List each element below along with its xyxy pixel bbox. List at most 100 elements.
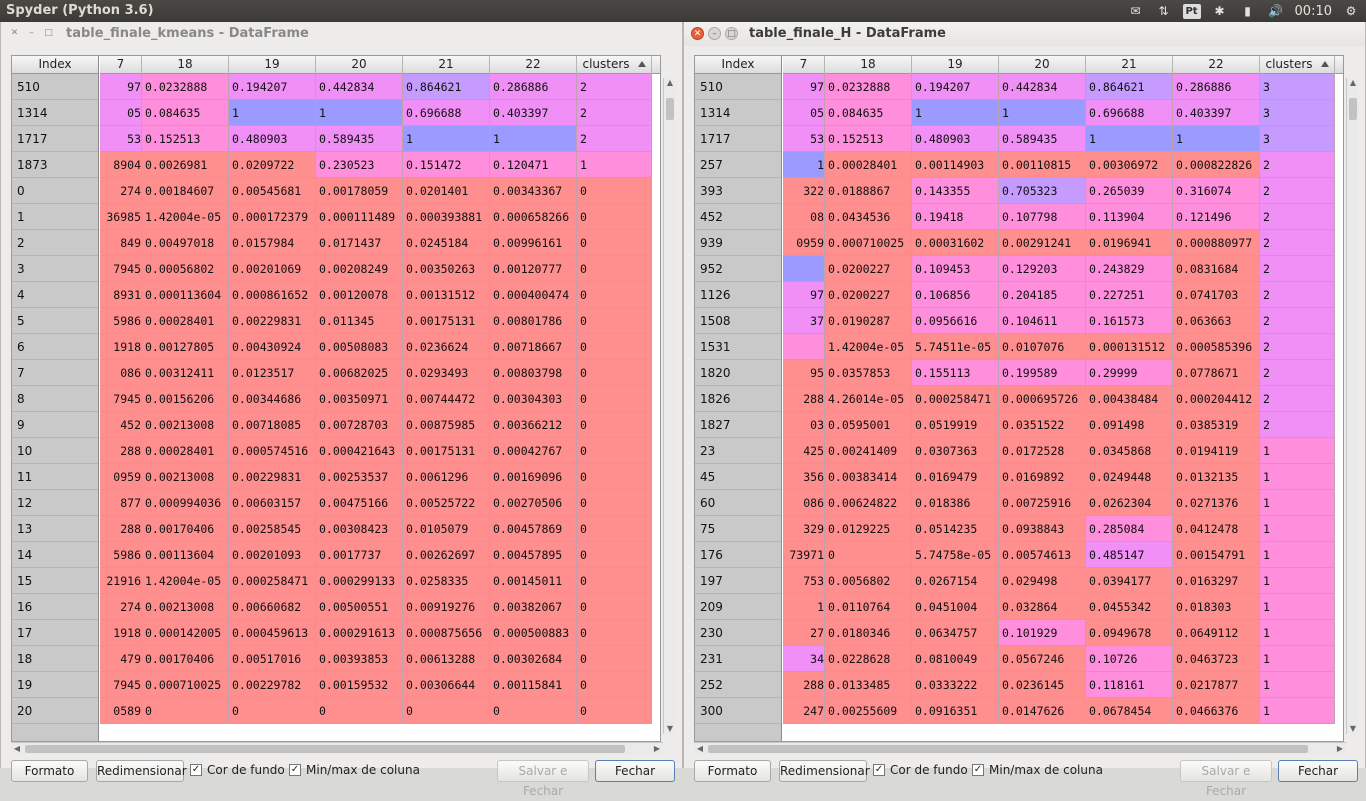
row-index[interactable]: 952 bbox=[695, 256, 781, 282]
scroll-down-icon[interactable]: ▼ bbox=[664, 724, 676, 734]
table-cell[interactable]: 0.864621 bbox=[403, 74, 490, 100]
table-cell[interactable]: 0.084635 bbox=[142, 100, 229, 126]
table-cell[interactable]: 0 bbox=[229, 698, 316, 724]
column-header[interactable]: 21 bbox=[403, 56, 490, 74]
close-window-icon[interactable]: ✕ bbox=[691, 27, 704, 40]
row-index[interactable]: 2 bbox=[12, 230, 98, 256]
table-cell[interactable]: 425 bbox=[783, 438, 825, 464]
vertical-scroll-thumb[interactable] bbox=[1349, 98, 1357, 120]
table-cell[interactable]: 5986 bbox=[100, 542, 142, 568]
row-index[interactable]: 0 bbox=[12, 178, 98, 204]
table-cell[interactable]: 0.0394177 bbox=[1086, 568, 1173, 594]
row-index[interactable]: 197 bbox=[695, 568, 781, 594]
battery-icon[interactable]: ▮ bbox=[1239, 3, 1257, 19]
index-header[interactable]: Index bbox=[695, 56, 781, 74]
table-cell[interactable]: 0.0262304 bbox=[1086, 490, 1173, 516]
table-cell[interactable]: 0.0333222 bbox=[912, 672, 999, 698]
row-index[interactable]: 231 bbox=[695, 646, 781, 672]
table-cell[interactable]: 0.0209722 bbox=[229, 152, 316, 178]
table-cell[interactable]: 2 bbox=[1260, 204, 1335, 230]
table-cell[interactable]: 2 bbox=[1260, 308, 1335, 334]
window-titlebar[interactable]: ✕ – □ table_finale_H - DataFrame bbox=[684, 22, 1365, 46]
table-cell[interactable]: 0.864621 bbox=[1086, 74, 1173, 100]
table-cell[interactable]: 0.000142005 bbox=[142, 620, 229, 646]
table-cell[interactable]: 0.0938843 bbox=[999, 516, 1086, 542]
table-cell[interactable]: 0.000204412 bbox=[1173, 386, 1260, 412]
table-cell[interactable]: 0.143355 bbox=[912, 178, 999, 204]
row-index[interactable]: 19 bbox=[12, 672, 98, 698]
table-cell[interactable]: 0.00229831 bbox=[229, 464, 316, 490]
table-cell[interactable]: 37 bbox=[783, 308, 825, 334]
scroll-right-icon[interactable]: ▶ bbox=[651, 743, 663, 755]
table-cell[interactable]: 0.084635 bbox=[825, 100, 912, 126]
scroll-up-icon[interactable]: ▲ bbox=[664, 78, 676, 88]
row-index[interactable]: 11 bbox=[12, 464, 98, 490]
table-cell[interactable]: 1 bbox=[229, 100, 316, 126]
table-cell[interactable]: 1 bbox=[1260, 698, 1335, 724]
row-index[interactable]: 1126 bbox=[695, 282, 781, 308]
save-close-button[interactable]: Salvar e Fechar bbox=[497, 760, 589, 798]
minimize-window-icon[interactable]: – bbox=[25, 27, 38, 40]
table-cell[interactable]: 2 bbox=[1260, 360, 1335, 386]
table-cell[interactable]: 0.00438484 bbox=[1086, 386, 1173, 412]
row-index[interactable]: 209 bbox=[695, 594, 781, 620]
table-cell[interactable]: 1 bbox=[403, 126, 490, 152]
horizontal-scrollbar[interactable]: ◀ ▶ bbox=[694, 742, 1346, 754]
vertical-scrollbar[interactable]: ▲ ▼ bbox=[1346, 78, 1358, 734]
table-cell[interactable]: 3 bbox=[1260, 126, 1335, 152]
table-cell[interactable]: 0.00803798 bbox=[490, 360, 577, 386]
checkbox-checked-icon[interactable]: ✓ bbox=[289, 764, 301, 776]
table-cell[interactable]: 1 bbox=[783, 594, 825, 620]
table-cell[interactable]: 0.0307363 bbox=[912, 438, 999, 464]
column-header[interactable]: 18 bbox=[825, 56, 912, 74]
table-cell[interactable]: 0.00545681 bbox=[229, 178, 316, 204]
table-cell[interactable]: 0.00728703 bbox=[316, 412, 403, 438]
table-cell[interactable]: 0.00350971 bbox=[316, 386, 403, 412]
table-cell[interactable]: 2 bbox=[577, 74, 652, 100]
table-cell[interactable]: 0.101929 bbox=[999, 620, 1086, 646]
row-index[interactable]: 300 bbox=[695, 698, 781, 724]
data-grid[interactable]: 7 18 19 20 21 22 clusters 97 0.0232888 0.194207 0… bbox=[783, 56, 1343, 741]
table-cell[interactable]: 0.0595001 bbox=[825, 412, 912, 438]
table-cell[interactable]: 0 bbox=[577, 386, 652, 412]
table-cell[interactable]: 0.00056802 bbox=[142, 256, 229, 282]
table-cell[interactable]: 0.129203 bbox=[999, 256, 1086, 282]
chat-icon[interactable]: ✉ bbox=[1127, 3, 1145, 19]
table-cell[interactable]: 0.0567246 bbox=[999, 646, 1086, 672]
table-cell[interactable]: 0.0180346 bbox=[825, 620, 912, 646]
minmax-checkbox[interactable]: ✓ Min/max de coluna bbox=[289, 763, 420, 777]
table-cell[interactable]: 0.00258545 bbox=[229, 516, 316, 542]
table-cell[interactable]: 0.000994036 bbox=[142, 490, 229, 516]
table-cell[interactable]: 0.00306644 bbox=[403, 672, 490, 698]
power-gear-icon[interactable]: ⚙ bbox=[1342, 3, 1360, 19]
table-cell[interactable]: 0.00308423 bbox=[316, 516, 403, 542]
table-cell[interactable]: 0.00213008 bbox=[142, 464, 229, 490]
table-cell[interactable]: 0.0514235 bbox=[912, 516, 999, 542]
table-cell[interactable]: 0.0634757 bbox=[912, 620, 999, 646]
table-cell[interactable]: 95 bbox=[783, 360, 825, 386]
table-cell[interactable]: 5.74758e-05 bbox=[912, 542, 999, 568]
bluetooth-icon[interactable]: ✱ bbox=[1211, 3, 1229, 19]
table-cell[interactable]: 0.000500883 bbox=[490, 620, 577, 646]
table-cell[interactable]: 0.00624822 bbox=[825, 490, 912, 516]
table-cell[interactable]: 97 bbox=[783, 282, 825, 308]
table-cell[interactable]: 0.589435 bbox=[316, 126, 403, 152]
table-cell[interactable]: 1 bbox=[1260, 490, 1335, 516]
column-header[interactable]: 22 bbox=[490, 56, 577, 74]
table-cell[interactable]: 0.0810049 bbox=[912, 646, 999, 672]
column-header[interactable]: 21 bbox=[1086, 56, 1173, 74]
table-cell[interactable]: 0.0132135 bbox=[1173, 464, 1260, 490]
table-cell[interactable]: 0.000861652 bbox=[229, 282, 316, 308]
table-cell[interactable]: 0.000291613 bbox=[316, 620, 403, 646]
scroll-left-icon[interactable]: ◀ bbox=[694, 743, 706, 755]
table-cell[interactable]: 0.00145011 bbox=[490, 568, 577, 594]
table-cell[interactable]: 0.00213008 bbox=[142, 412, 229, 438]
table-cell[interactable]: 0.00660682 bbox=[229, 594, 316, 620]
table-cell[interactable]: 05 bbox=[783, 100, 825, 126]
table-cell[interactable]: 0.0190287 bbox=[825, 308, 912, 334]
table-cell[interactable]: 0.063663 bbox=[1173, 308, 1260, 334]
table-cell[interactable]: 0.00184607 bbox=[142, 178, 229, 204]
table-cell[interactable]: 0.00031602 bbox=[912, 230, 999, 256]
table-cell[interactable]: 0.018303 bbox=[1173, 594, 1260, 620]
row-index[interactable]: 1827 bbox=[695, 412, 781, 438]
